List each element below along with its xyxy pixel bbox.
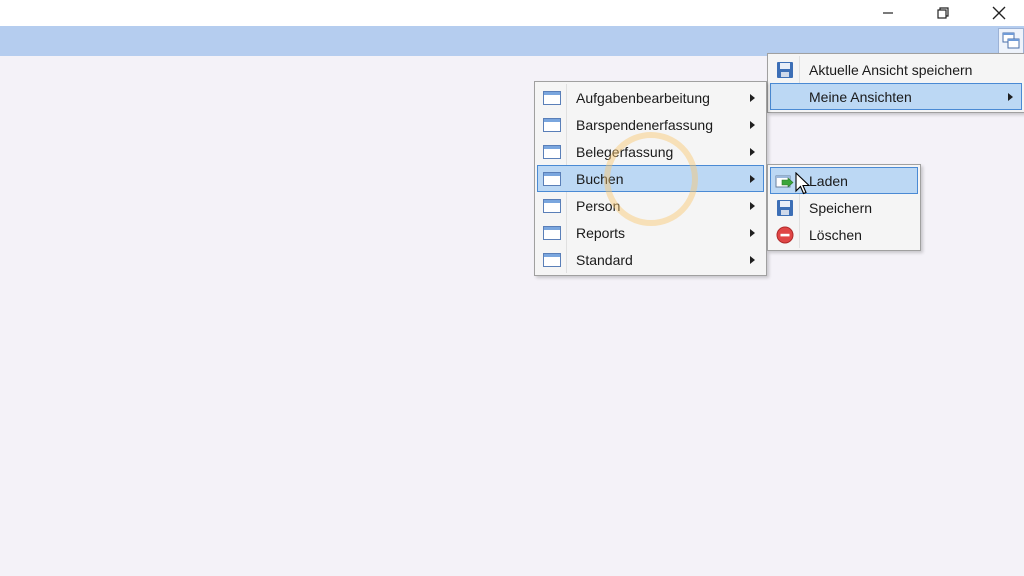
submenu-arrow-icon xyxy=(749,201,755,210)
window-icon xyxy=(543,117,561,132)
menu-item-barspendenerfassung[interactable]: Barspendenerfassung xyxy=(537,111,764,138)
submenu-arrow-icon xyxy=(749,93,755,102)
menu-item-label: Löschen xyxy=(809,226,862,243)
menu-item-label: Aktuelle Ansicht speichern xyxy=(809,61,973,78)
title-bar xyxy=(0,0,1024,26)
close-icon xyxy=(992,6,1006,20)
menu-item-laden[interactable]: Laden xyxy=(770,167,918,194)
window-icon xyxy=(543,252,561,267)
menu-item-label: Buchen xyxy=(576,170,624,187)
restore-icon xyxy=(937,7,949,19)
menu-item-my-views[interactable]: Meine Ansichten xyxy=(770,83,1022,110)
floppy-disk-icon xyxy=(777,199,793,216)
window-icon xyxy=(543,90,561,105)
close-button[interactable] xyxy=(976,0,1022,26)
menu-item-buchen[interactable]: Buchen xyxy=(537,165,764,192)
menu-item-save-current-view[interactable]: Aktuelle Ansicht speichern xyxy=(770,56,1022,83)
submenu-arrow-icon xyxy=(749,255,755,264)
menu-item-label: Standard xyxy=(576,251,633,268)
window-icon xyxy=(543,171,561,186)
menu-item-speichern[interactable]: Speichern xyxy=(770,194,918,221)
window-icon xyxy=(543,225,561,240)
submenu-arrow-icon xyxy=(1007,92,1013,101)
menu-item-label: Aufgabenbearbeitung xyxy=(576,89,710,106)
my-views-submenu: Aufgabenbearbeitung Barspendenerfassung … xyxy=(534,81,767,276)
restore-button[interactable] xyxy=(920,0,966,26)
submenu-arrow-icon xyxy=(749,228,755,237)
menu-item-reports[interactable]: Reports xyxy=(537,219,764,246)
menu-item-loeschen[interactable]: Löschen xyxy=(770,221,918,248)
menu-item-person[interactable]: Person xyxy=(537,192,764,219)
floppy-disk-icon xyxy=(777,61,793,78)
submenu-arrow-icon xyxy=(749,174,755,183)
menu-item-aufgabenbearbeitung[interactable]: Aufgabenbearbeitung xyxy=(537,84,764,111)
views-menu: Aktuelle Ansicht speichern Meine Ansicht… xyxy=(767,53,1024,113)
submenu-arrow-icon xyxy=(749,147,755,156)
delete-icon xyxy=(776,226,794,243)
menu-item-label: Person xyxy=(576,197,621,214)
menu-item-label: Speichern xyxy=(809,199,873,216)
menu-item-label: Barspendenerfassung xyxy=(576,116,713,133)
menu-item-label: Reports xyxy=(576,224,626,241)
minimize-button[interactable] xyxy=(865,0,911,26)
windows-stack-icon xyxy=(1002,32,1020,49)
menu-item-standard[interactable]: Standard xyxy=(537,246,764,273)
menu-item-label: Meine Ansichten xyxy=(809,88,912,105)
load-arrow-icon xyxy=(775,175,794,188)
minimize-icon xyxy=(883,12,893,14)
ribbon-bar xyxy=(0,26,1024,56)
window-icon xyxy=(543,198,561,213)
submenu-arrow-icon xyxy=(749,120,755,129)
menu-item-label: Laden xyxy=(809,172,848,189)
view-actions-submenu: Laden Speichern Löschen xyxy=(767,164,921,251)
menu-item-label: Belegerfassung xyxy=(576,143,674,160)
menu-item-belegerfassung[interactable]: Belegerfassung xyxy=(537,138,764,165)
window-icon xyxy=(543,144,561,159)
views-dropdown-button[interactable] xyxy=(998,28,1024,54)
